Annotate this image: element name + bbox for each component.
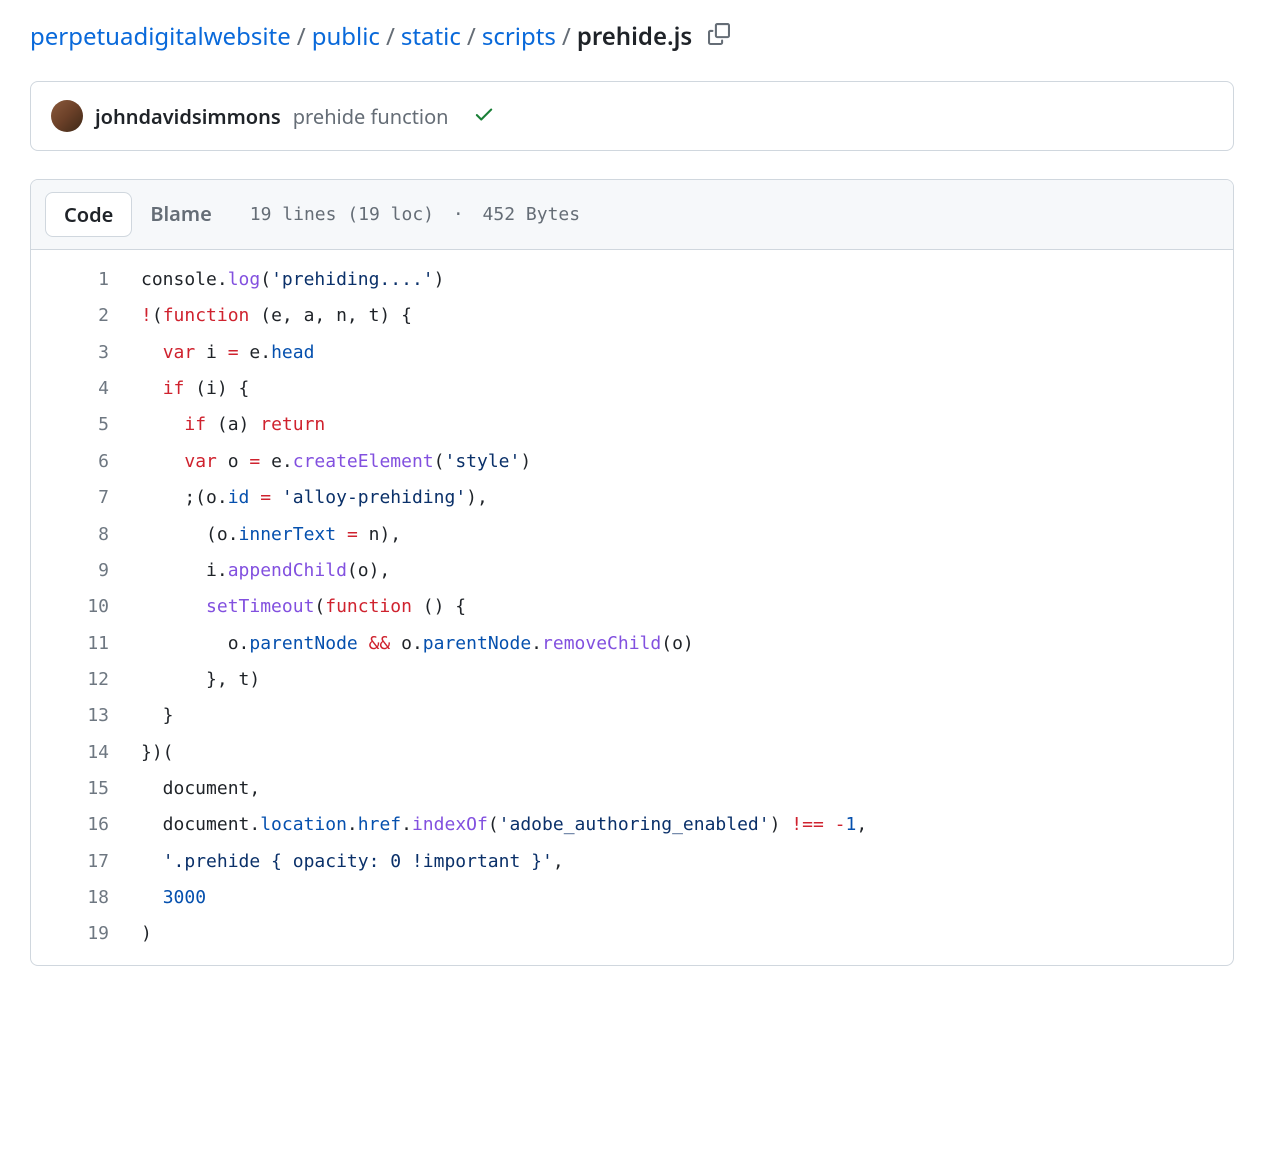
tab-code[interactable]: Code [45,192,132,237]
code-line: }, t) [141,662,1233,698]
tab-group: Code Blame [45,192,230,237]
code-line: } [141,698,1233,734]
code-line: ) [141,916,1233,952]
code-body: 12345678910111213141516171819 console.lo… [31,250,1233,965]
line-number[interactable]: 18 [31,880,119,916]
check-icon[interactable] [473,103,495,130]
code-line: ;(o.id = 'alloy-prehiding'), [141,480,1233,516]
breadcrumb-sep: / [467,20,476,53]
code-line: o.parentNode && o.parentNode.removeChild… [141,626,1233,662]
line-number[interactable]: 4 [31,371,119,407]
code-line: document, [141,771,1233,807]
line-number[interactable]: 16 [31,807,119,843]
breadcrumb-sep: / [386,20,395,53]
avatar[interactable] [51,100,83,132]
breadcrumb: perpetuadigitalwebsite / public / static… [30,20,1234,53]
code-line: '.prehide { opacity: 0 !important }', [141,844,1233,880]
copy-path-icon[interactable] [708,20,730,53]
line-number[interactable]: 9 [31,553,119,589]
line-number[interactable]: 15 [31,771,119,807]
breadcrumb-current-file: prehide.js [577,20,692,53]
code-line: (o.innerText = n), [141,517,1233,553]
latest-commit-box: johndavidsimmons prehide function [30,81,1234,151]
breadcrumb-dir-public[interactable]: public [312,20,380,53]
line-number[interactable]: 12 [31,662,119,698]
code-header: Code Blame 19 lines (19 loc) · 452 Bytes [31,180,1233,250]
code-line: var o = e.createElement('style') [141,444,1233,480]
breadcrumb-dir-static[interactable]: static [401,20,461,53]
breadcrumb-repo[interactable]: perpetuadigitalwebsite [30,20,291,53]
line-number[interactable]: 3 [31,335,119,371]
file-info-sep: · [453,204,464,225]
code-line: !(function (e, a, n, t) { [141,298,1233,334]
code-container: Code Blame 19 lines (19 loc) · 452 Bytes… [30,179,1234,966]
line-number[interactable]: 10 [31,589,119,625]
breadcrumb-sep: / [562,20,571,53]
code-line: var i = e.head [141,335,1233,371]
code-line: if (a) return [141,407,1233,443]
line-number[interactable]: 2 [31,298,119,334]
line-number[interactable]: 19 [31,916,119,952]
code-line: })( [141,735,1233,771]
code-line: document.location.href.indexOf('adobe_au… [141,807,1233,843]
file-size: 452 Bytes [483,204,581,225]
commit-message[interactable]: prehide function [293,103,449,130]
line-number[interactable]: 13 [31,698,119,734]
code-line: if (i) { [141,371,1233,407]
code-line: setTimeout(function () { [141,589,1233,625]
file-info: 19 lines (19 loc) · 452 Bytes [250,204,580,225]
line-number[interactable]: 17 [31,844,119,880]
code-lines[interactable]: console.log('prehiding....')!(function (… [141,262,1233,953]
line-number[interactable]: 5 [31,407,119,443]
code-line: console.log('prehiding....') [141,262,1233,298]
line-number[interactable]: 11 [31,626,119,662]
line-number[interactable]: 14 [31,735,119,771]
commit-author[interactable]: johndavidsimmons [95,103,281,130]
code-line: i.appendChild(o), [141,553,1233,589]
line-number[interactable]: 8 [31,517,119,553]
breadcrumb-sep: / [297,20,306,53]
line-number[interactable]: 1 [31,262,119,298]
line-number[interactable]: 6 [31,444,119,480]
line-number[interactable]: 7 [31,480,119,516]
breadcrumb-dir-scripts[interactable]: scripts [482,20,556,53]
file-lines: 19 lines (19 loc) [250,204,434,225]
line-numbers-gutter: 12345678910111213141516171819 [31,262,141,953]
tab-blame[interactable]: Blame [132,192,229,237]
code-line: 3000 [141,880,1233,916]
